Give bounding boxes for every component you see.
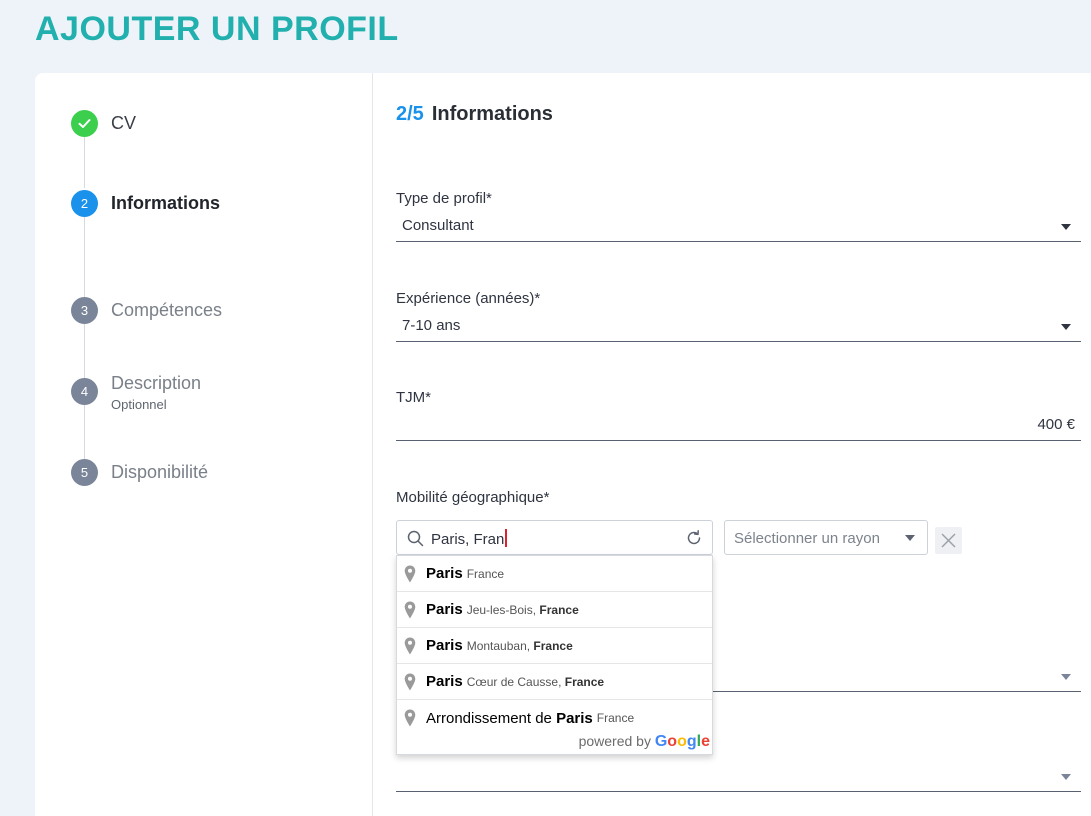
suggestion-secondary: France	[466, 566, 505, 581]
step-label: Disponibilité	[111, 462, 209, 482]
google-logo: Google	[654, 733, 710, 750]
location-pin-icon	[404, 673, 416, 691]
caret-down-icon	[1061, 224, 1071, 230]
location-search-box[interactable]: Paris, Fran	[396, 520, 713, 555]
step-number: 4	[71, 378, 98, 405]
suggestion-secondary-bold: France	[564, 674, 605, 689]
location-pin-icon	[404, 601, 416, 619]
suggestion-secondary-bold: France	[539, 602, 579, 617]
suggestion-main: Paris	[426, 673, 463, 690]
stepper-connector	[84, 216, 85, 298]
powered-by-google: powered by Google	[579, 733, 710, 751]
mobility-label: Mobilité géographique*	[396, 489, 550, 506]
profile-type-select[interactable]: Consultant	[396, 212, 1081, 242]
autocomplete-item[interactable]: Paris Cœur de Causse, France	[397, 664, 712, 700]
caret-down-icon	[1061, 774, 1071, 780]
step-number: 3	[71, 297, 98, 324]
step-cv[interactable]: CV	[71, 110, 136, 137]
radius-select[interactable]: Sélectionner un rayon	[724, 520, 928, 555]
step-optional-note: Optionnel	[111, 397, 167, 412]
autocomplete-item[interactable]: Paris Montauban, France	[397, 628, 712, 664]
location-pin-icon	[404, 709, 416, 727]
autocomplete-item[interactable]: Arrondissement de Paris France	[397, 700, 712, 736]
suggestion-main: Paris	[556, 709, 593, 727]
powered-by-text: powered by	[578, 733, 651, 749]
step-label: CV	[111, 113, 137, 133]
profile-type-label: Type de profil*	[396, 190, 492, 207]
search-icon	[407, 530, 424, 547]
step-label: Compétences	[111, 300, 223, 320]
step-label: Description	[111, 373, 202, 393]
caret-down-icon	[905, 535, 915, 541]
step-description[interactable]: 4 Description Optionnel	[71, 373, 201, 412]
tjm-value: 400 €	[1037, 416, 1075, 433]
form-step-title: Informations	[431, 103, 553, 125]
close-icon	[941, 533, 956, 548]
stepper-connector	[84, 136, 85, 188]
location-pin-icon	[404, 637, 416, 655]
experience-select[interactable]: 7-10 ans	[396, 312, 1081, 342]
page-title: AJOUTER UN PROFIL	[35, 10, 399, 48]
stepper-connector	[84, 324, 85, 378]
text-cursor	[505, 529, 508, 547]
tjm-label: TJM*	[396, 389, 431, 406]
experience-value: 7-10 ans	[402, 317, 461, 334]
step-disponibilite[interactable]: 5 Disponibilité	[71, 459, 208, 486]
location-pin-icon	[404, 565, 416, 583]
autocomplete-item[interactable]: Paris Jeu-les-Bois, France	[397, 592, 712, 628]
step-informations[interactable]: 2 Informations	[71, 190, 220, 217]
step-competences[interactable]: 3 Compétences	[71, 297, 222, 324]
step-number: 2	[71, 190, 98, 217]
hidden-select[interactable]	[396, 762, 1081, 792]
suggestion-secondary: Jeu-les-Bois,	[466, 602, 540, 617]
form-step-header: 2/5 Informations	[396, 103, 553, 126]
suggestion-main: Paris	[426, 601, 463, 618]
radius-placeholder: Sélectionner un rayon	[734, 530, 880, 547]
suggestion-secondary: Cœur de Causse,	[466, 674, 565, 689]
autocomplete-item[interactable]: Paris France	[397, 556, 712, 592]
clear-location-button[interactable]	[935, 527, 962, 554]
suggestion-main-prefix: Arrondissement de	[426, 709, 557, 727]
experience-label: Expérience (années)*	[396, 290, 541, 307]
refresh-icon[interactable]	[685, 529, 703, 547]
step-label: Informations	[111, 193, 221, 213]
suggestion-main: Paris	[426, 637, 463, 654]
profile-type-value: Consultant	[402, 217, 474, 234]
suggestion-secondary: Montauban,	[466, 638, 534, 653]
suggestion-main: Paris	[426, 565, 463, 582]
location-search-input[interactable]: Paris, Fran	[431, 531, 504, 548]
step-counter: 2/5	[396, 103, 424, 125]
step-number: 5	[71, 459, 98, 486]
suggestion-secondary-bold: France	[533, 638, 573, 653]
caret-down-icon	[1061, 324, 1071, 330]
card-divider	[372, 73, 373, 816]
stepper-connector	[84, 404, 85, 459]
suggestion-secondary: France	[596, 711, 635, 725]
autocomplete-dropdown: Paris France Paris Jeu-les-Bois, France …	[396, 555, 713, 755]
caret-down-icon	[1061, 674, 1071, 680]
check-icon	[71, 110, 98, 137]
tjm-input[interactable]: 400 €	[396, 411, 1081, 441]
